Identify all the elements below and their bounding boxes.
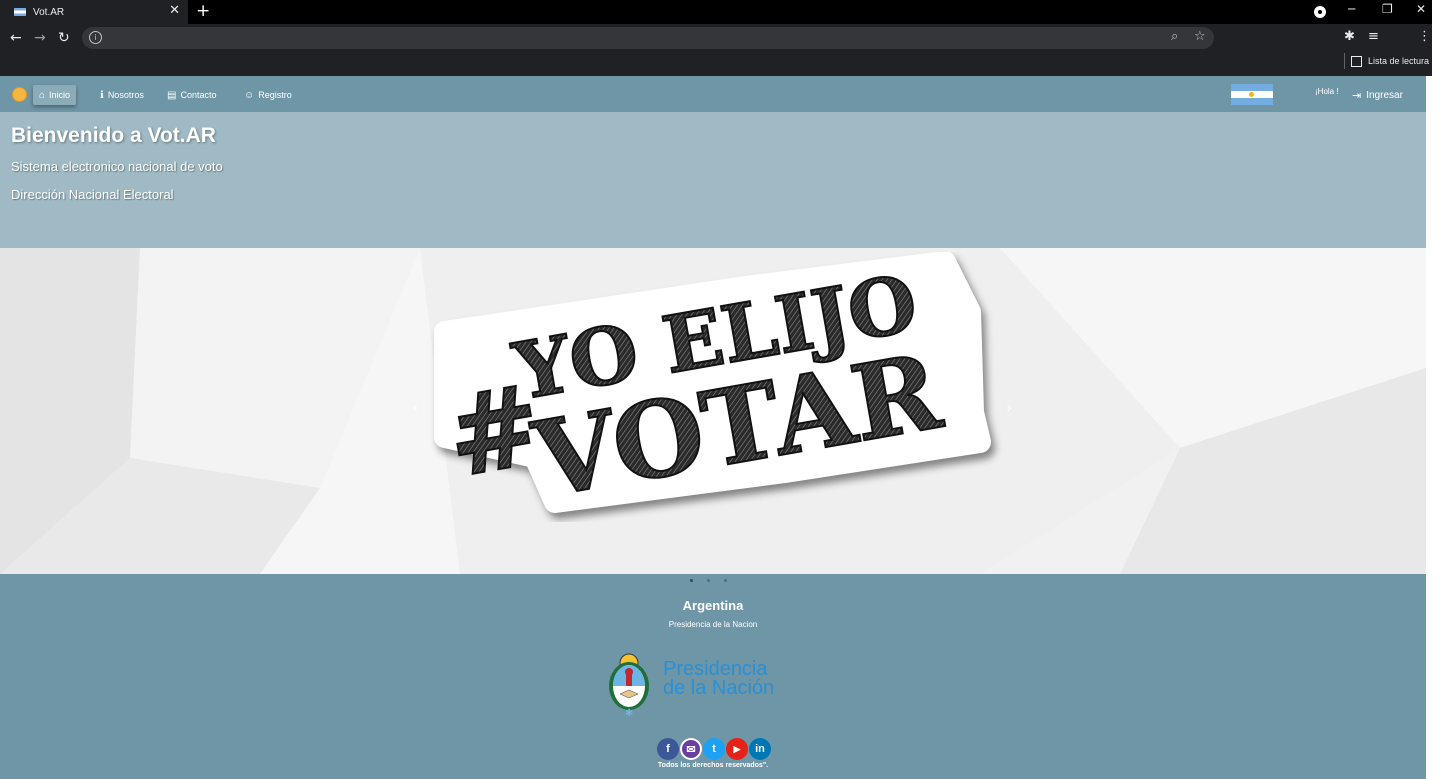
reading-list-label: Lista de lectura [1368, 56, 1430, 66]
site-navbar: ⌂ Inicio ℹ Nosotros ▤ Contacto ☺ Registr… [0, 76, 1426, 112]
nav-registro-label: Registro [258, 90, 292, 100]
site-footer: Argentina Presidencia de la Nacion ✱ Pre… [0, 574, 1426, 779]
reload-icon[interactable]: ↻ [58, 30, 70, 46]
new-tab-button[interactable]: + [196, 1, 210, 21]
info-icon: ℹ [100, 89, 104, 101]
sun-logo-icon[interactable] [13, 88, 26, 101]
nav-nosotros-label: Nosotros [107, 90, 144, 100]
coat-of-arms-icon: ✱ [609, 653, 649, 718]
user-icon: ☺ [244, 89, 255, 101]
carousel-indicator[interactable] [724, 579, 727, 582]
carousel-next-arrow[interactable]: › [1006, 398, 1012, 417]
argentina-flag [1231, 84, 1273, 105]
back-arrow-icon[interactable]: ← [10, 30, 22, 46]
nav-contacto-label: Contacto [180, 90, 217, 100]
tab-favicon-flag-icon [14, 8, 26, 16]
youtube-icon[interactable]: ▶ [726, 738, 748, 760]
extensions-icon[interactable]: ✱ [1344, 29, 1355, 44]
nav-contacto[interactable]: ▤ Contacto [161, 85, 222, 105]
bookmark-star-icon[interactable]: ☆ [1194, 29, 1206, 44]
image-carousel: # YO ELIJO VOTAR ‹ › [0, 248, 1426, 574]
restore-icon[interactable]: ❐ [1382, 2, 1393, 16]
carousel-indicator[interactable] [690, 579, 693, 582]
contact-card-icon: ▤ [167, 89, 177, 101]
social-links: f ✉ t ▶ in [657, 738, 771, 760]
hero-organization: Dirección Nacional Electoral [11, 187, 174, 202]
home-icon: ⌂ [39, 89, 46, 101]
footer-country: Argentina [682, 598, 744, 613]
nav-inicio-label: Inicio [49, 90, 71, 100]
web-page: ⌂ Inicio ℹ Nosotros ▤ Contacto ☺ Registr… [0, 76, 1426, 779]
browser-tab-strip: Vot.AR ✕ + ─ ❐ ✕ [0, 0, 1432, 24]
record-icon[interactable] [1314, 6, 1326, 18]
login-link[interactable]: ⇥ Ingresar [1352, 89, 1403, 102]
facebook-icon[interactable]: f [657, 738, 679, 760]
site-info-icon[interactable]: i [89, 31, 102, 44]
carousel-indicator[interactable] [707, 579, 710, 582]
logo-line2: de la Nación [663, 677, 775, 699]
tab-close-icon[interactable]: ✕ [169, 3, 180, 18]
twitter-icon[interactable]: t [703, 738, 725, 760]
footer-subtitle: Presidencia de la Nacion [668, 620, 758, 629]
presidencia-logo-text: Presidencia de la Nación [663, 659, 775, 699]
copyright-text: Todos los derechos reservados". [657, 762, 769, 769]
zoom-icon[interactable]: ⌕ [1171, 29, 1178, 44]
greeting-text: ¡Hola ! [1315, 87, 1339, 96]
window-close-icon[interactable]: ✕ [1416, 2, 1426, 16]
yo-elijo-votar-sticker: # YO ELIJO VOTAR [434, 252, 991, 522]
email-icon[interactable]: ✉ [680, 738, 702, 760]
nav-registro[interactable]: ☺ Registro [238, 85, 298, 105]
svg-text:✱: ✱ [625, 708, 633, 718]
flag-sun-icon [1249, 92, 1254, 97]
login-label: Ingresar [1366, 90, 1403, 101]
carousel-prev-arrow[interactable]: ‹ [412, 398, 418, 417]
forward-arrow-icon[interactable]: → [34, 30, 46, 46]
reading-list-icon [1351, 55, 1362, 67]
browser-menu-icon[interactable]: ⋮ [1418, 29, 1431, 44]
address-bar[interactable]: i ⌕ ☆ [82, 27, 1214, 49]
hero-subtitle: Sistema electronico nacional de voto [11, 159, 223, 174]
carousel-indicators [690, 579, 727, 582]
linkedin-icon[interactable]: in [749, 738, 771, 760]
media-control-icon[interactable]: ≡ [1368, 29, 1379, 44]
sign-in-icon: ⇥ [1352, 90, 1362, 102]
page-title: Bienvenido a Vot.AR [11, 124, 216, 147]
browser-tab[interactable]: Vot.AR ✕ [0, 0, 188, 24]
nav-nosotros[interactable]: ℹ Nosotros [94, 85, 150, 105]
nav-inicio[interactable]: ⌂ Inicio [33, 85, 77, 105]
tab-title: Vot.AR [33, 6, 65, 18]
hero-banner: Bienvenido a Vot.AR Sistema electronico … [0, 112, 1426, 248]
minimize-icon[interactable]: ─ [1348, 2, 1355, 16]
reading-list-button[interactable]: Lista de lectura [1344, 53, 1429, 69]
